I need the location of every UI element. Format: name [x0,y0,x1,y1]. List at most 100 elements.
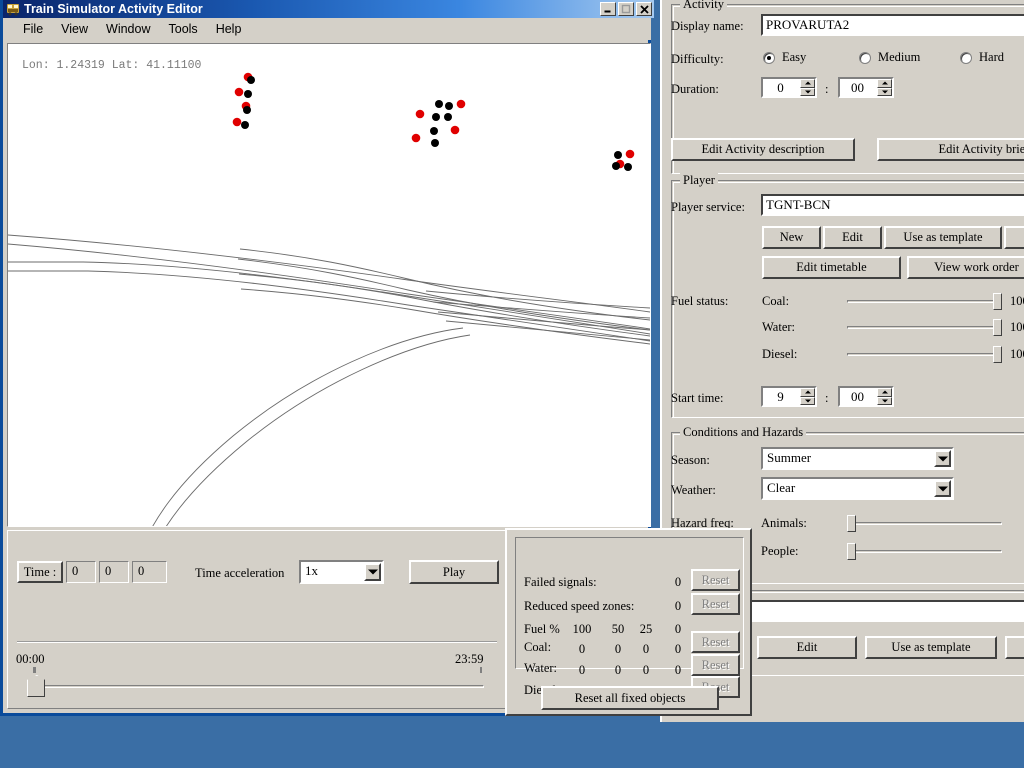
spinner-down-icon[interactable] [800,88,815,97]
player-new-button[interactable]: New [762,226,821,249]
fuel-col-50: 50 [607,622,629,637]
fuel-coal-value: 100 [1010,294,1024,308]
fuel-diesel-value: 100 [1010,347,1024,361]
difficulty-radio-medium[interactable]: Medium [859,50,920,65]
slider-track [847,326,1002,329]
time-button[interactable]: Time : [17,561,63,583]
close-button[interactable] [636,2,652,16]
player-edit-button[interactable]: Edit [823,226,882,249]
time-display-group: Time : 0 0 0 [17,561,167,583]
slider-thumb[interactable] [993,293,1002,310]
chevron-down-icon[interactable] [364,563,381,581]
fuel-col-0: 0 [667,622,689,637]
time-acceleration-select[interactable]: 1x [299,560,384,584]
start-time-hours-stepper[interactable]: 9 [761,386,817,407]
slider-thumb[interactable] [847,543,856,560]
spinner-down-icon[interactable] [877,397,892,406]
edit-timetable-button[interactable]: Edit timetable [762,256,901,279]
track-markers [8,44,650,526]
timeline-slider[interactable] [27,675,484,697]
animals-slider[interactable] [847,514,1002,532]
train-icon [6,2,20,16]
player-delete-button[interactable]: Delete [1004,226,1024,249]
slider-thumb[interactable] [993,346,1002,363]
traffic-new-button[interactable]: New [1005,636,1024,659]
water-reset-button[interactable]: Reset [691,654,740,676]
minimize-button[interactable] [600,2,616,16]
failed-signals-label: Failed signals: [524,575,597,590]
traffic-service-input[interactable]: 2 [736,600,1024,622]
reduced-speed-zones-reset-button[interactable]: Reset [691,593,740,615]
duration-hours-value: 0 [763,79,800,96]
spinner-down-icon[interactable] [877,88,892,97]
track-map-canvas[interactable]: Lon: 1.24319 Lat: 41.11100 [7,43,651,527]
water-row-label: Water: [524,661,557,676]
edit-activity-brief-button[interactable]: Edit Activity brief [877,138,1024,161]
play-button[interactable]: Play [409,560,499,584]
spinner-up-icon[interactable] [800,79,815,88]
player-service-input[interactable]: TGNT-BCN [761,194,1024,216]
fuel-diesel-label: Diesel: [762,347,797,361]
spinner-down-icon[interactable] [800,397,815,406]
menu-view[interactable]: View [52,20,97,38]
season-select[interactable]: Summer [761,447,954,470]
menu-tools[interactable]: Tools [160,20,207,38]
time-field-seconds[interactable]: 0 [132,561,167,583]
start-time-label: Start time: [671,391,723,405]
slider-thumb[interactable] [993,319,1002,336]
player-use-as-template-button[interactable]: Use as template [884,226,1002,249]
traffic-edit-button[interactable]: Edit [757,636,857,659]
start-minutes-arrows[interactable] [877,388,892,405]
water-value-100: 0 [571,663,593,678]
traffic-use-as-template-button[interactable]: Use as template [865,636,997,659]
chevron-down-icon[interactable] [934,480,951,497]
duration-minutes-arrows[interactable] [877,79,892,96]
people-label: People: [761,544,799,558]
time-field-hours[interactable]: 0 [66,561,96,583]
reset-all-fixed-objects-button[interactable]: Reset all fixed objects [541,686,719,710]
weather-label: Weather: [671,483,716,497]
start-hours-value: 9 [763,388,800,405]
animals-label: Animals: [761,516,807,530]
fuel-water-value: 100 [1010,320,1024,334]
start-hours-arrows[interactable] [800,388,815,405]
radio-medium-icon [859,52,871,64]
difficulty-radio-hard[interactable]: Hard [960,50,1004,65]
view-work-order-button[interactable]: View work order [907,256,1024,279]
difficulty-radio-easy[interactable]: Easy [763,50,806,65]
people-slider[interactable] [847,542,1002,560]
menu-help[interactable]: Help [207,20,251,38]
fuel-diesel-slider[interactable] [847,345,1002,363]
fuel-status-label: Fuel status: [671,294,728,308]
fuel-coal-slider[interactable] [847,292,1002,310]
title-bar[interactable]: Train Simulator Activity Editor [3,0,654,18]
start-time-separator: : [825,391,828,405]
start-time-minutes-stepper[interactable]: 00 [838,386,894,407]
timeline-tick-start [33,667,36,673]
duration-minutes-stepper[interactable]: 00 [838,77,894,98]
coal-reset-button[interactable]: Reset [691,631,740,653]
time-field-minutes[interactable]: 0 [99,561,129,583]
weather-select[interactable]: Clear [761,477,954,500]
desktop: Activity Display name: PROVARUTA2 Diffic… [0,0,1024,768]
slider-thumb[interactable] [27,675,45,697]
chevron-down-icon[interactable] [934,450,951,467]
failed-signals-reset-button[interactable]: Reset [691,569,740,591]
slider-thumb[interactable] [847,515,856,532]
spinner-up-icon[interactable] [877,79,892,88]
duration-hours-arrows[interactable] [800,79,815,96]
menu-window[interactable]: Window [97,20,159,38]
edit-activity-description-button[interactable]: Edit Activity description [671,138,855,161]
coal-value-100: 0 [571,642,593,657]
spinner-up-icon[interactable] [877,388,892,397]
reduced-speed-zones-value: 0 [667,599,689,614]
menu-file[interactable]: File [14,20,52,38]
slider-track [847,300,1002,303]
water-value-25: 0 [635,663,657,678]
maximize-button[interactable] [618,2,634,16]
spinner-up-icon[interactable] [800,388,815,397]
display-name-input[interactable]: PROVARUTA2 [761,14,1024,36]
duration-hours-stepper[interactable]: 0 [761,77,817,98]
fuel-water-slider[interactable] [847,318,1002,336]
fuel-coal-label: Coal: [762,294,789,308]
